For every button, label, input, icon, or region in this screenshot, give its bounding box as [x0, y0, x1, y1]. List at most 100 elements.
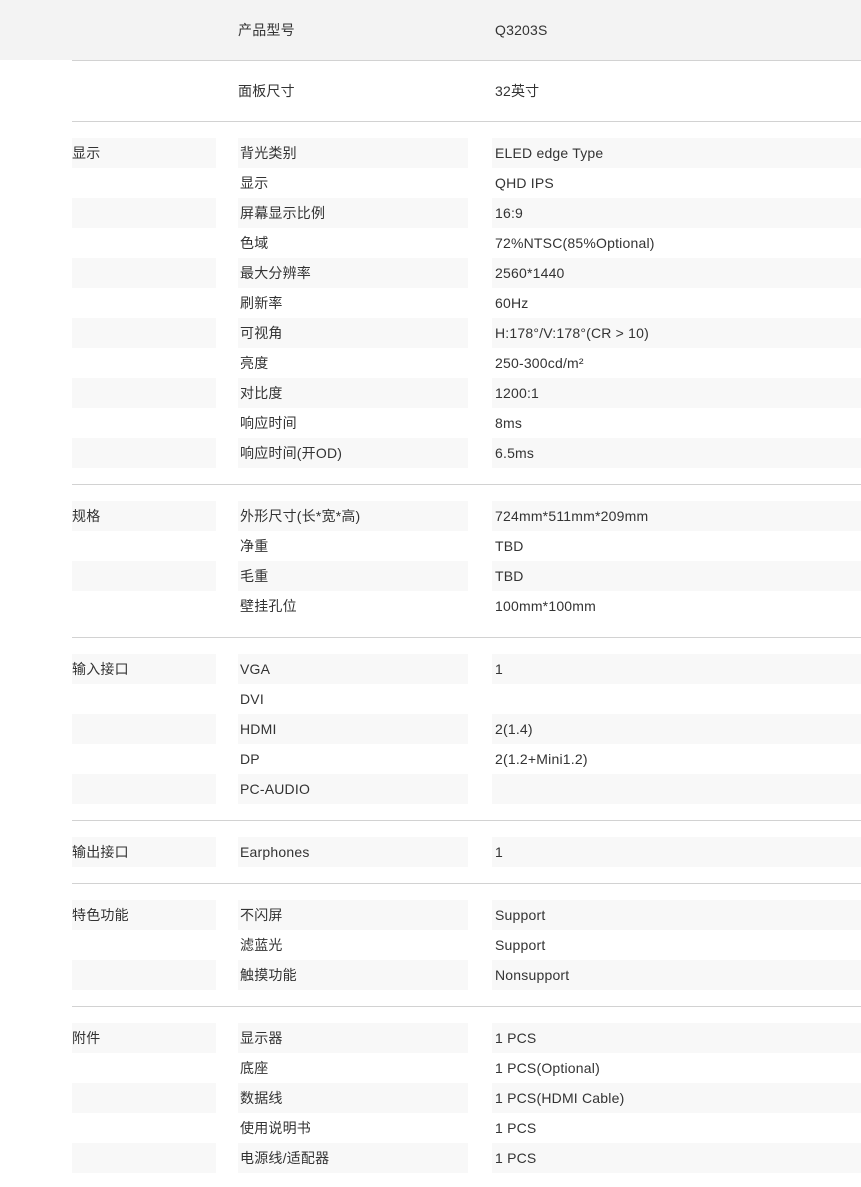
category-cell-background [72, 348, 216, 378]
spec-key: PC-AUDIO [240, 781, 311, 797]
table-row: 使用说明书 1 PCS [0, 1113, 861, 1143]
value-cell-background [492, 930, 861, 960]
value-cell-background [492, 561, 861, 591]
spec-value: 1 PCS [495, 1120, 537, 1136]
table-row: 对比度 1200:1 [0, 378, 861, 408]
spec-key: DP [240, 751, 260, 767]
key-cell-background [238, 348, 468, 378]
spec-key: 屏幕显示比例 [240, 205, 326, 221]
key-cell-background [238, 531, 468, 561]
spec-key: 亮度 [240, 355, 269, 371]
spec-value: 724mm*511mm*209mm [495, 508, 649, 524]
intro-row: 产品型号 Q3203S [0, 0, 861, 60]
product-spec-table: 产品型号 Q3203S 面板尺寸 32英寸显示 背光类别 ELED edge Type 显示… [0, 0, 861, 1187]
value-cell-background [492, 408, 861, 438]
spec-value: 100mm*100mm [495, 598, 597, 614]
spec-key: 不闪屏 [240, 907, 283, 923]
spec-value: 1 PCS [495, 1150, 537, 1166]
category-cell-background [72, 1143, 216, 1173]
category-cell-background [72, 531, 216, 561]
spec-value: Support [495, 907, 546, 923]
key-cell-background [238, 561, 468, 591]
section-category-label: 特色功能 [72, 907, 129, 923]
value-cell-background [492, 774, 861, 804]
intro-row: 面板尺寸 32英寸 [0, 61, 861, 121]
category-cell-background [72, 684, 216, 714]
spec-value: 1 PCS(Optional) [495, 1060, 600, 1076]
table-row: DP 2(1.2+Mini1.2) [0, 744, 861, 774]
value-cell-background [492, 531, 861, 561]
spec-key: 壁挂孔位 [240, 598, 297, 614]
section-category-label: 输入接口 [72, 661, 129, 677]
category-cell-background [72, 228, 216, 258]
spec-value: 1200:1 [495, 385, 540, 401]
table-row: 数据线 1 PCS(HDMI Cable) [0, 1083, 861, 1113]
section-category-label: 输出接口 [72, 844, 129, 860]
spec-value: 60Hz [495, 295, 529, 311]
category-cell-background [72, 561, 216, 591]
spec-key: 毛重 [240, 568, 269, 584]
spec-key: 响应时间 [240, 415, 297, 431]
table-row: 电源线/适配器 1 PCS [0, 1143, 861, 1173]
key-cell-background [238, 684, 468, 714]
category-cell-background [72, 288, 216, 318]
value-cell-background [492, 1023, 861, 1053]
spec-section: 特色功能 不闪屏 Support 滤蓝光 Support 触摸功能 Nonsupport [0, 884, 861, 1006]
value-cell-background [492, 714, 861, 744]
spec-value: Support [495, 937, 546, 953]
spec-key: 电源线/适配器 [240, 1150, 330, 1166]
value-cell-background [492, 438, 861, 468]
value-cell-background [492, 654, 861, 684]
spec-key: 最大分辨率 [240, 265, 311, 281]
spec-key: DVI [240, 691, 264, 707]
spec-value: 2(1.2+Mini1.2) [495, 751, 588, 767]
key-cell-background [238, 168, 468, 198]
table-row: 色域 72%NTSC(85%Optional) [0, 228, 861, 258]
table-row: 亮度 250-300cd/m² [0, 348, 861, 378]
intro-row-value: 32英寸 [495, 83, 540, 99]
spec-value: 6.5ms [495, 445, 535, 461]
table-row: 刷新率 60Hz [0, 288, 861, 318]
category-cell-background [72, 408, 216, 438]
table-row: 响应时间(开OD) 6.5ms [0, 438, 861, 468]
spec-value: H:178°/V:178°(CR > 10) [495, 325, 649, 341]
category-cell-background [72, 198, 216, 228]
value-cell-background [492, 378, 861, 408]
table-row: PC-AUDIO [0, 774, 861, 804]
category-cell-background [72, 744, 216, 774]
spec-key: 显示 [240, 175, 269, 191]
key-cell-background [238, 228, 468, 258]
table-row: DVI [0, 684, 861, 714]
table-row: 屏幕显示比例 16:9 [0, 198, 861, 228]
spec-key: 外形尺寸(长*宽*高) [240, 508, 361, 524]
spec-key: HDMI [240, 721, 277, 737]
spec-value: ELED edge Type [495, 145, 604, 161]
spec-value: 16:9 [495, 205, 524, 221]
category-cell-background [72, 960, 216, 990]
section-category-label: 附件 [72, 1030, 101, 1046]
value-cell-background [492, 684, 861, 714]
spec-value: 250-300cd/m² [495, 355, 584, 371]
spec-value: 8ms [495, 415, 523, 431]
intro-row-label: 面板尺寸 [238, 83, 295, 99]
category-cell-background [72, 168, 216, 198]
spec-key: 触摸功能 [240, 967, 297, 983]
spec-key: Earphones [240, 844, 310, 860]
value-cell-background [492, 1143, 861, 1173]
intro-row-label: 产品型号 [238, 22, 295, 38]
table-row: 显示 背光类别 ELED edge Type [0, 138, 861, 168]
spec-value: 1 [495, 661, 503, 677]
category-cell-background [72, 258, 216, 288]
spec-value: TBD [495, 538, 524, 554]
value-cell-background [492, 837, 861, 867]
spec-key: 刷新率 [240, 295, 283, 311]
spec-value: 2560*1440 [495, 265, 565, 281]
spec-section: 输出接口 Earphones 1 [0, 821, 861, 883]
category-cell-background [72, 1083, 216, 1113]
spec-key: 数据线 [240, 1090, 283, 1106]
spec-key: 对比度 [240, 385, 283, 401]
spec-section: 显示 背光类别 ELED edge Type 显示 QHD IPS 屏幕显示比例 16:9 色… [0, 122, 861, 484]
category-cell-background [72, 318, 216, 348]
spec-section: 附件 显示器 1 PCS 底座 1 PCS(Optional) 数据线 1 PCS(HDMI… [0, 1007, 861, 1187]
spec-key: 使用说明书 [240, 1120, 311, 1136]
